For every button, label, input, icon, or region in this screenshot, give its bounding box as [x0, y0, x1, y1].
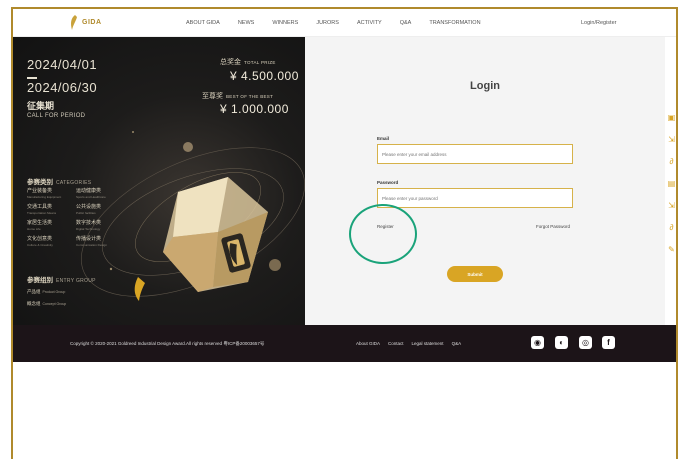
category-item: 传播设计类 Communication Design	[76, 236, 108, 247]
nav-link-winners[interactable]: WINNERS	[272, 20, 298, 26]
link-icon[interactable]: ∂	[667, 223, 676, 232]
site-footer: Copyright © 2020-2021 Goldreed Industria…	[13, 325, 676, 362]
group-item: 概念组 Concept Group	[27, 301, 67, 306]
email-label: Email	[377, 136, 390, 141]
top-navbar: GIDA ABOUT GIDA NEWS WINNERS JURORS ACTI…	[13, 9, 676, 37]
logo-feather-icon	[71, 15, 77, 30]
clipboard-icon[interactable]: ▣	[667, 113, 676, 122]
poster-period-en: CALL FOR PERIOD	[27, 113, 86, 119]
instagram-icon[interactable]: ◎	[579, 336, 592, 349]
nav-link-activity[interactable]: ACTIVITY	[357, 20, 382, 26]
category-item: 公共设施类 Public facilities	[76, 204, 102, 215]
poster-date-end: 2024/06/30	[27, 80, 98, 95]
forgot-password-link[interactable]: Forgot Password	[536, 224, 570, 229]
group-item: 产品组 Product Group	[27, 289, 66, 294]
link-icon[interactable]: ∂	[667, 157, 676, 166]
categories-heading: 参赛类别 CATEGORIES	[27, 179, 92, 186]
facebook-icon[interactable]: f	[602, 336, 615, 349]
side-toolbar: ▣ ⇲ ∂ ▤ ⇲ ∂ ✎	[665, 109, 676, 257]
category-item: 产业装备类 Manufacturing Equipment	[27, 188, 62, 199]
best-prize-value: ¥ 1.000.000	[220, 102, 289, 116]
wechat-icon[interactable]: ◉	[531, 336, 544, 349]
total-prize-label: 总奖金 TOTAL PRIZE	[220, 59, 276, 66]
poster-period-cn: 征集期	[27, 101, 55, 111]
password-input[interactable]	[377, 188, 573, 208]
category-item: 运动健康类 Sports and Healthcare	[76, 188, 106, 199]
poster-date-start: 2024/04/01	[27, 57, 98, 72]
total-prize-value: ¥ 4.500.000	[230, 69, 299, 83]
nav-link-jurors[interactable]: JURORS	[316, 20, 339, 26]
footer-link-contact[interactable]: Contact	[388, 341, 404, 346]
poster-date-dash	[27, 77, 37, 79]
login-icon[interactable]: ⇲	[667, 135, 676, 144]
footer-link-about[interactable]: About GIDA	[356, 341, 380, 346]
category-item: 文化创意类 Culture & Creativity	[27, 236, 53, 247]
best-prize-label: 至尊奖 BEST OF THE BEST	[202, 93, 274, 100]
entry-group-heading: 参赛组别 ENTRY GROUP	[27, 277, 96, 284]
submit-button[interactable]: Submit	[447, 266, 503, 282]
page-frame: GIDA ABOUT GIDA NEWS WINNERS JURORS ACTI…	[11, 7, 678, 459]
login-register-link[interactable]: Login/Register	[581, 20, 616, 26]
copyright-text: Copyright © 2020-2021 Goldreed Industria…	[70, 341, 265, 346]
site-logo[interactable]: GIDA	[69, 14, 102, 31]
category-item: 交通工具类 Transportation Means	[27, 204, 57, 215]
weibo-icon[interactable]: ◐	[555, 336, 568, 349]
edit-icon[interactable]: ✎	[667, 245, 676, 254]
nav-link-transformation[interactable]: TRANSFORMATION	[429, 20, 480, 26]
nav-links: ABOUT GIDA NEWS WINNERS JURORS ACTIVITY …	[186, 20, 499, 26]
logo-text: GIDA	[82, 19, 102, 26]
nav-link-about[interactable]: ABOUT GIDA	[186, 20, 220, 26]
password-label: Password	[377, 180, 399, 185]
annotation-circle	[349, 204, 417, 264]
promo-poster: 2024/04/01 2024/06/30 征集期 CALL FOR PERIO…	[13, 37, 305, 325]
footer-link-legal[interactable]: Legal statement	[412, 341, 444, 346]
signin-icon[interactable]: ⇲	[667, 201, 676, 210]
login-title: Login	[470, 80, 500, 92]
email-input[interactable]	[377, 144, 573, 164]
nav-link-news[interactable]: NEWS	[238, 20, 255, 26]
category-item: 数字技术类 Digital Technology	[76, 220, 102, 231]
footer-link-qa[interactable]: Q&A	[452, 341, 462, 346]
nav-link-qa[interactable]: Q&A	[400, 20, 412, 26]
footer-links: About GIDA Contact Legal statement Q&A	[356, 341, 469, 346]
category-item: 家居生活类 Home Life	[27, 220, 53, 231]
chart-icon[interactable]: ▤	[667, 179, 676, 188]
login-panel: Login Email Password Register Forgot Pas…	[305, 37, 665, 325]
